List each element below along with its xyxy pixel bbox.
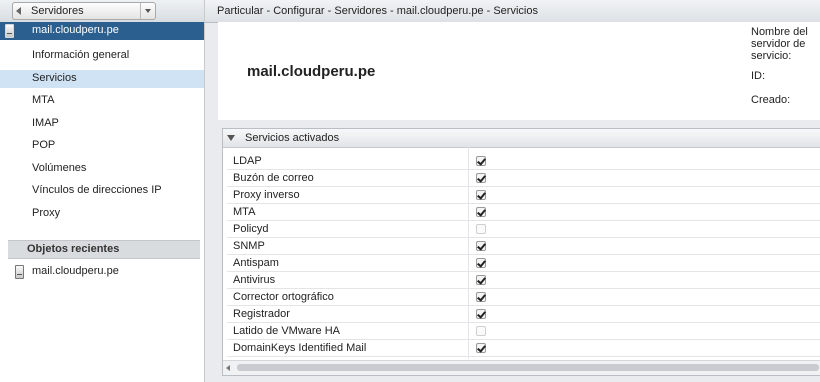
sidebar-item-label: IMAP (32, 117, 59, 129)
service-name: LDAP (233, 155, 262, 167)
service-row: DomainKeys Identified Mail (227, 340, 820, 357)
service-checkbox[interactable] (476, 258, 486, 268)
service-row: Registrador (227, 306, 820, 323)
service-checkbox[interactable] (476, 241, 486, 251)
back-button[interactable]: Servidores (12, 2, 156, 20)
recent-item-label: mail.cloudperu.pe (32, 265, 119, 277)
service-checkbox[interactable] (476, 275, 486, 285)
service-row: Antivirus (227, 272, 820, 289)
service-checkbox[interactable] (476, 190, 486, 200)
sidebar-item-proxy[interactable]: Proxy (0, 205, 204, 223)
service-row: SNMP (227, 238, 820, 255)
service-checkbox[interactable] (476, 224, 486, 234)
created-label: Creado: (751, 94, 791, 106)
sidebar-item-informacion-general[interactable]: Información general (0, 47, 204, 65)
services-panel: Servicios activados LDAP Buzón de correo… (222, 128, 820, 376)
history-dropdown-icon[interactable] (140, 3, 155, 19)
service-name: Latido de VMware HA (233, 325, 340, 337)
breadcrumb-bar: Particular - Configurar - Servidores - m… (205, 0, 820, 23)
recent-objects-header: Objetos recientes (8, 240, 200, 259)
service-name: SNMP (233, 240, 265, 252)
service-name: Registrador (233, 308, 290, 320)
sidebar-item-label: Información general (32, 49, 130, 61)
back-button-label: Servidores (31, 5, 84, 17)
sidebar-item-label: MTA (32, 94, 55, 106)
nav-toolbar: Servidores (0, 0, 204, 23)
sidebar-item-label: Servicios (32, 72, 77, 84)
service-checkbox[interactable] (476, 326, 486, 336)
collapse-triangle-icon[interactable] (227, 135, 235, 141)
id-label: ID: (751, 70, 766, 82)
breadcrumb: Particular - Configurar - Servidores - m… (217, 5, 538, 17)
recent-objects-title: Objetos recientes (27, 243, 120, 255)
service-name: Antispam (233, 257, 279, 269)
page-title: mail.cloudperu.pe (247, 63, 376, 80)
service-name: Antivirus (233, 274, 276, 286)
back-arrow-icon[interactable] (12, 2, 25, 20)
service-row: Proxy inverso (227, 187, 820, 204)
service-row: Buzón de correo (227, 170, 820, 187)
sidebar: Servidores mail.cloudperu.pe Información… (0, 0, 205, 382)
sidebar-item-label: POP (32, 139, 56, 151)
service-checkbox[interactable] (476, 292, 486, 302)
service-row: Antispam (227, 255, 820, 272)
service-checkbox[interactable] (476, 343, 486, 353)
sidebar-host-label: mail.cloudperu.pe (32, 24, 119, 36)
sidebar-item-imap[interactable]: IMAP (0, 115, 204, 133)
service-name: Corrector ortográfico (233, 291, 334, 303)
services-section-title: Servicios activados (245, 132, 340, 144)
server-name-label: Nombre del servidor de servicio: (751, 26, 808, 62)
main-pane: Particular - Configurar - Servidores - m… (205, 0, 820, 382)
service-name: Buzón de correo (233, 172, 314, 184)
service-checkbox[interactable] (476, 173, 486, 183)
sidebar-item-vinculos-ip[interactable]: Vínculos de direcciones IP (0, 182, 204, 200)
service-checkbox[interactable] (476, 156, 486, 166)
service-row: MTA (227, 204, 820, 221)
service-row: LDAP (227, 153, 820, 170)
sidebar-item-mta[interactable]: MTA (0, 92, 204, 110)
sidebar-item-label: Volúmenes (32, 162, 87, 174)
service-row: Latido de VMware HA (227, 323, 820, 340)
service-name: Proxy inverso (233, 189, 300, 201)
server-header: mail.cloudperu.pe Nombre del servidor de… (218, 22, 820, 120)
sidebar-item-label: Proxy (32, 207, 61, 219)
sidebar-item-volumenes[interactable]: Volúmenes (0, 160, 204, 178)
services-section-header[interactable]: Servicios activados (223, 129, 820, 148)
service-name: MTA (233, 206, 256, 218)
server-icon (5, 24, 14, 38)
sidebar-item-pop[interactable]: POP (0, 137, 204, 155)
service-name: Policyd (233, 223, 269, 235)
server-icon (15, 265, 24, 279)
recent-item[interactable]: mail.cloudperu.pe (0, 263, 204, 281)
sidebar-item-label: Vínculos de direcciones IP (32, 184, 162, 196)
service-checkbox[interactable] (476, 207, 486, 217)
service-row: Policyd (227, 221, 820, 238)
service-checkbox[interactable] (476, 309, 486, 319)
sidebar-item-servicios[interactable]: Servicios (0, 70, 204, 88)
horizontal-scrollbar[interactable] (223, 360, 820, 375)
service-row: Corrector ortográfico (227, 289, 820, 306)
sidebar-host-item[interactable]: mail.cloudperu.pe (0, 22, 204, 40)
service-name: DomainKeys Identified Mail (233, 342, 367, 354)
scrollbar-thumb[interactable] (237, 364, 819, 371)
scroll-left-icon[interactable] (226, 365, 230, 371)
